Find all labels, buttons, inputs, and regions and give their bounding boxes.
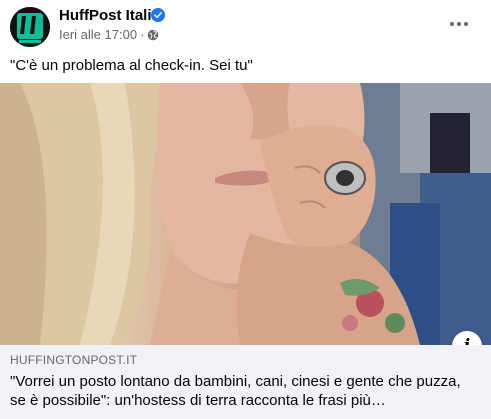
post-meta: Ieri alle 17:00 · (59, 27, 159, 42)
post-timestamp[interactable]: Ieri alle 17:00 (59, 27, 137, 42)
link-title[interactable]: "Vorrei un posto lontano da bambini, can… (10, 372, 480, 410)
more-options-button[interactable] (445, 12, 473, 36)
huffpost-logo-icon (10, 7, 50, 47)
page-name[interactable]: HuffPost Italia (59, 7, 160, 24)
link-domain: HUFFINGTONPOST.IT (10, 353, 138, 367)
more-options-icon (450, 22, 454, 26)
page-avatar[interactable] (10, 7, 50, 47)
woman-photo-illustration (0, 83, 491, 345)
post-caption: "C'è un problema al check-in. Sei tu" (10, 57, 253, 74)
post-image[interactable] (0, 83, 491, 345)
globe-icon[interactable] (147, 29, 159, 41)
facebook-post: HuffPost Italia Ieri alle 17:00 · "C'è u… (0, 0, 491, 419)
link-preview[interactable]: HUFFINGTONPOST.IT "Vorrei un posto lonta… (0, 345, 491, 419)
verified-badge-icon (151, 8, 165, 22)
more-options-icon-dot (457, 22, 461, 26)
meta-separator: · (140, 27, 145, 42)
more-options-icon-dot (464, 22, 468, 26)
